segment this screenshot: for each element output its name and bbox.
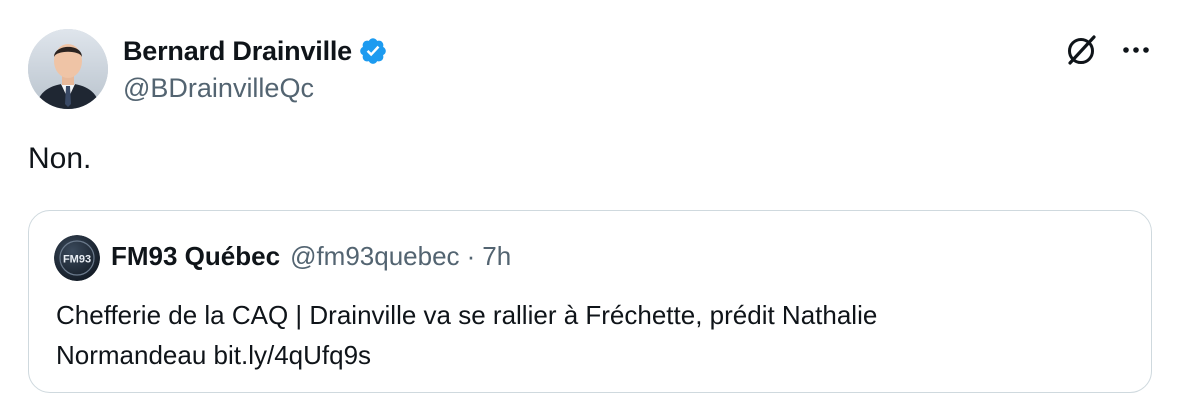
quote-avatar-label: FM93 <box>63 254 91 266</box>
tweet-text: Non. <box>28 142 92 175</box>
quote-text: Chefferie de la CAQ | Drainville va se r… <box>56 295 1116 375</box>
quote-text-line-2: Normandeau bit.ly/4qUfq9s <box>56 340 372 370</box>
quote-separator: · <box>466 241 476 271</box>
quote-author-name[interactable]: FM93 Québec <box>111 241 280 272</box>
more-options-icon[interactable] <box>1116 34 1156 66</box>
author-name[interactable]: Bernard Drainville <box>123 36 352 67</box>
quote-author-handle[interactable]: @fm93quebec <box>290 241 460 272</box>
quoted-tweet-card[interactable]: FM93 FM93 Québec @fm93quebec · 7h Cheffe… <box>28 210 1152 393</box>
quote-text-line-1: Chefferie de la CAQ | Drainville va se r… <box>56 300 878 330</box>
author-handle[interactable]: @BDrainvilleQc <box>123 73 314 104</box>
tweet: Bernard Drainville @BDrainvilleQc Non. F… <box>0 0 1200 407</box>
author-name-row: Bernard Drainville <box>123 33 388 69</box>
quote-timestamp[interactable]: 7h <box>482 241 511 272</box>
grok-icon[interactable] <box>1062 30 1102 70</box>
quote-header: FM93 Québec @fm93quebec · 7h <box>111 241 511 272</box>
verified-badge-icon[interactable] <box>358 36 388 66</box>
quote-author-avatar[interactable]: FM93 <box>54 235 100 281</box>
author-avatar[interactable] <box>28 29 108 109</box>
